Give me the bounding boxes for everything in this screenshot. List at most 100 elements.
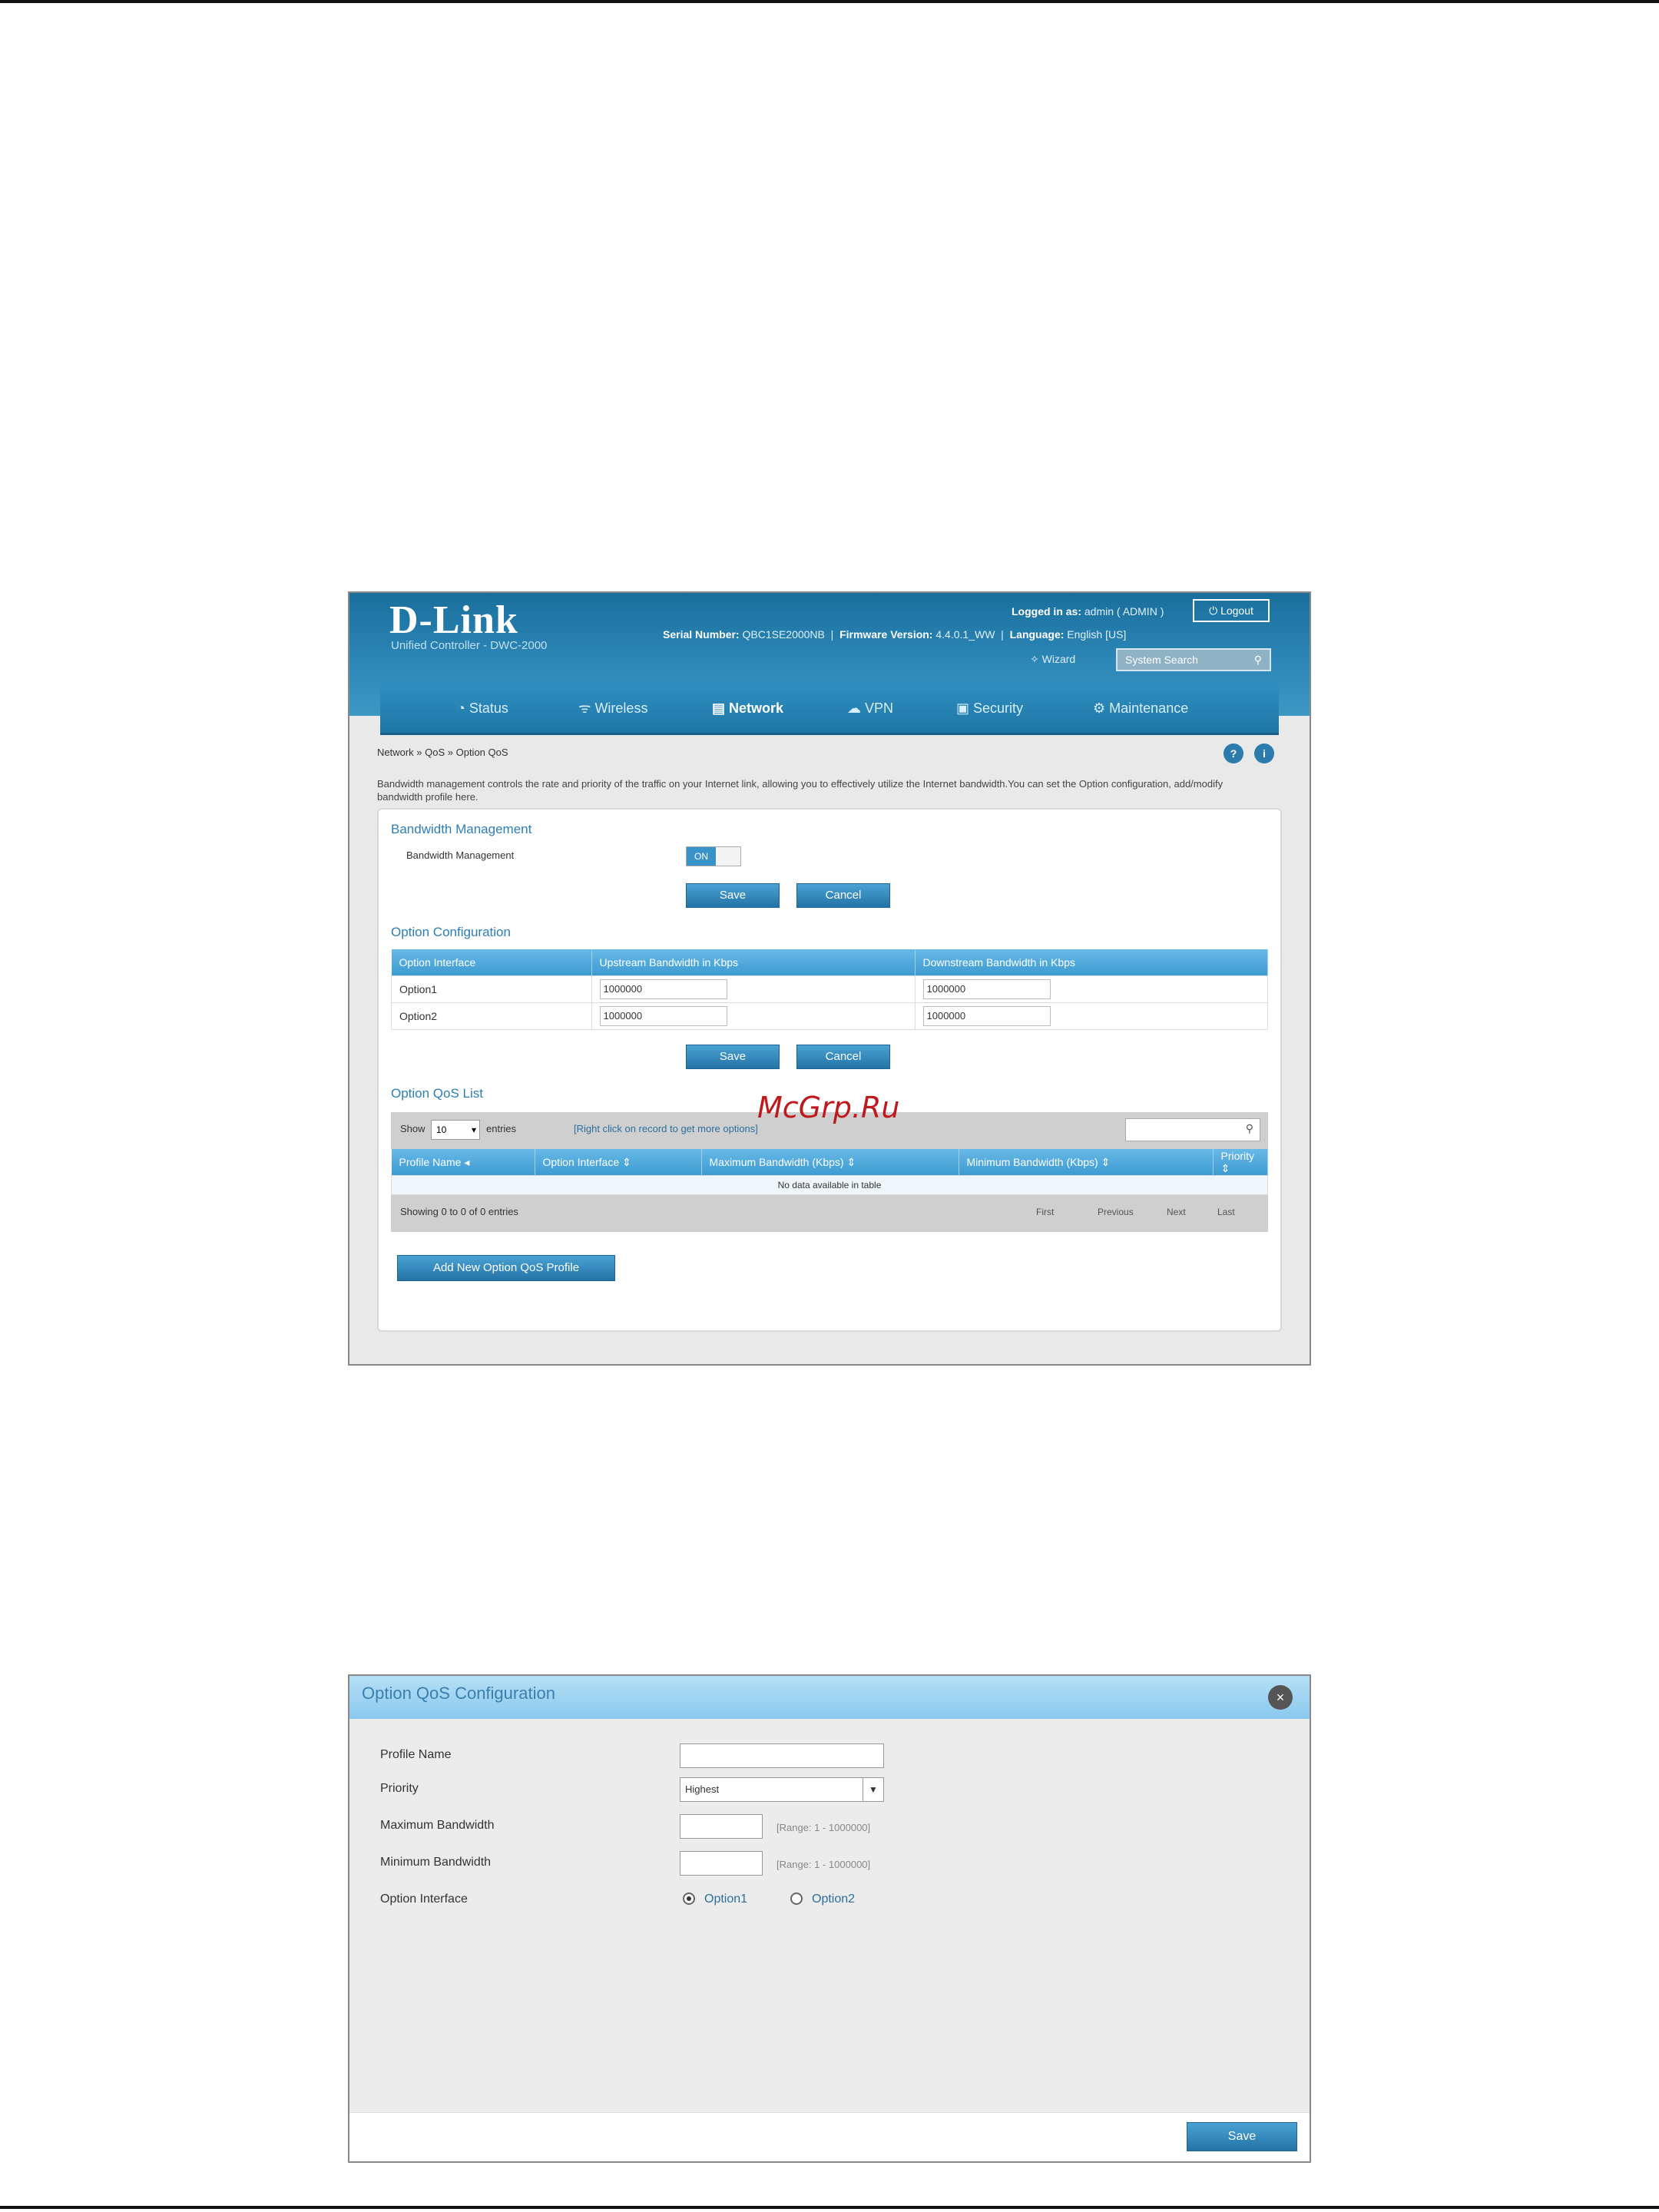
min-bandwidth-input[interactable] [680,1851,763,1876]
downstream-cell: 1000000 [914,1002,1268,1030]
entries-select[interactable]: 10 ▾ [431,1120,480,1140]
table-row: Option2 1000000 1000000 [391,1002,1268,1030]
qos-table-header-row: Profile Name ◂ Option Interface ⇕ Maximu… [391,1149,1268,1176]
max-bandwidth-input[interactable] [680,1814,763,1839]
option2-radio[interactable] [790,1892,803,1905]
nav-network-label: Network [729,700,784,716]
logout-button[interactable]: ⏻ Logout [1193,599,1270,622]
serial-value: QBC1SE2000NB [742,628,825,641]
option1-radio[interactable] [683,1892,695,1905]
logged-in-label: Logged in as: [1012,605,1081,618]
help-icon[interactable]: ? [1224,743,1243,763]
profile-name-label: Profile Name [380,1748,452,1761]
nav-vpn[interactable]: ☁ VPN [847,684,893,733]
dialog-titlebar: Option QoS Configuration × [349,1676,1310,1719]
network-icon: ▤ [712,700,730,716]
nav-status-label: Status [469,700,508,716]
upstream-input-option1[interactable]: 1000000 [599,979,727,999]
pager-next[interactable]: Next [1167,1201,1186,1223]
priority-select[interactable]: Highest ▼ [680,1777,884,1802]
sort-icon: ⇕ [1101,1155,1111,1168]
pager-previous[interactable]: Previous [1098,1201,1134,1223]
power-icon: ⏻ [1209,604,1221,617]
qos-list-footer: Showing 0 to 0 of 0 entries First Previo… [391,1195,1268,1232]
qos-panel: Bandwidth Management Bandwidth Managemen… [377,808,1282,1332]
option2-radio-label: Option2 [812,1892,856,1906]
col-profile-name-label: Profile Name [399,1155,462,1168]
option-qos-page-screenshot: D-Link Unified Controller - DWC-2000 Log… [348,591,1311,1366]
logout-label: Logout [1220,604,1253,617]
col-qos-option-interface[interactable]: Option Interface ⇕ [535,1149,702,1176]
min-bandwidth-range: [Range: 1 - 1000000] [777,1859,871,1870]
option-qos-list-title: Option QoS List [391,1086,484,1101]
col-profile-name[interactable]: Profile Name ◂ [391,1149,535,1176]
col-priority-label: Priority [1220,1149,1255,1162]
no-data-cell: No data available in table [391,1175,1268,1195]
nav-wireless[interactable]: ᯤ Wireless [578,684,647,733]
col-max-bandwidth[interactable]: Maximum Bandwidth (Kbps) ⇕ [701,1149,959,1176]
col-upstream-bandwidth: Upstream Bandwidth in Kbps [591,949,916,976]
downstream-input-option1[interactable]: 1000000 [922,979,1051,999]
nav-maintenance-label: Maintenance [1109,700,1189,716]
option-interface-cell: Option1 [391,975,592,1003]
nav-wireless-label: Wireless [594,700,648,716]
col-min-bandwidth-label: Minimum Bandwidth (Kbps) [966,1155,1098,1168]
option1-radio-label: Option1 [704,1892,748,1906]
priority-label: Priority [380,1782,419,1795]
wizard-link[interactable]: ✧ Wizard [1030,653,1075,666]
min-bandwidth-label: Minimum Bandwidth [380,1856,492,1869]
max-bandwidth-range: [Range: 1 - 1000000] [777,1822,871,1833]
bandwidth-management-toggle[interactable]: ON [686,846,741,866]
profile-name-input[interactable] [680,1743,884,1768]
col-min-bandwidth[interactable]: Minimum Bandwidth (Kbps) ⇕ [959,1149,1214,1176]
close-icon[interactable]: × [1268,1685,1293,1710]
wifi-icon: ᯤ [578,700,595,716]
col-max-bandwidth-label: Maximum Bandwidth (Kbps) [709,1155,844,1168]
downstream-input-option2[interactable]: 1000000 [922,1006,1051,1026]
option-configuration-table: Option Interface Upstream Bandwidth in K… [391,949,1268,1030]
bandwidth-management-title: Bandwidth Management [391,822,532,836]
option-cancel-button[interactable]: Cancel [796,1045,890,1069]
serial-firmware-info: Serial Number: QBC1SE2000NB | Firmware V… [663,628,1127,641]
logged-in-value: admin ( ADMIN ) [1084,605,1164,618]
option-save-button[interactable]: Save [686,1045,780,1069]
bw-save-button[interactable]: Save [686,883,780,908]
upstream-cell: 1000000 [591,975,916,1003]
pager-last[interactable]: Last [1217,1201,1235,1223]
table-search-input[interactable]: ⚲ [1125,1118,1260,1141]
bw-cancel-button[interactable]: Cancel [796,883,890,908]
bottom-rule [0,2206,1659,2209]
dialog-title: Option QoS Configuration [362,1684,555,1703]
col-priority[interactable]: Priority ⇕ [1213,1149,1268,1176]
max-bandwidth-label: Maximum Bandwidth [380,1819,495,1832]
downstream-cell: 1000000 [914,975,1268,1003]
nav-maintenance[interactable]: ⚙ Maintenance [1093,684,1188,733]
firmware-label: Firmware Version: [839,628,933,641]
search-icon: ⚲ [1253,654,1262,666]
dialog-save-button[interactable]: Save [1187,2122,1297,2151]
gears-icon: ⚙ [1093,700,1110,716]
nav-network[interactable]: ▤ Network [712,684,783,733]
add-new-qos-profile-button[interactable]: Add New Option QoS Profile [397,1255,615,1281]
serial-label: Serial Number: [663,628,740,641]
search-icon: ⚲ [1245,1122,1253,1134]
pager-first[interactable]: First [1036,1201,1054,1223]
logged-in-info: Logged in as: admin ( ADMIN ) [1012,605,1164,618]
col-downstream-bandwidth: Downstream Bandwidth in Kbps [915,949,1268,976]
info-icon[interactable]: i [1254,743,1274,763]
nav-security[interactable]: ▣ Security [956,684,1023,733]
option-qos-configuration-dialog: Option QoS Configuration × Profile Name … [348,1674,1311,2163]
chevron-down-icon: ▾ [471,1124,476,1135]
upstream-input-option2[interactable]: 1000000 [599,1006,727,1026]
entries-label: entries [486,1123,517,1134]
language-label: Language: [1009,628,1065,641]
option-interface-cell: Option2 [391,1002,592,1030]
sort-icon: ⇕ [1220,1161,1230,1174]
col-qos-option-interface-label: Option Interface [542,1155,620,1168]
table-row: No data available in table [391,1175,1268,1195]
system-search-input[interactable]: System Search ⚲ [1116,648,1271,671]
product-name: Unified Controller - DWC-2000 [391,639,548,652]
nav-status[interactable]: ◔ Status [457,684,508,733]
showing-entries: Showing 0 to 0 of 0 entries [400,1206,518,1217]
language-link[interactable]: English [US] [1067,628,1126,641]
